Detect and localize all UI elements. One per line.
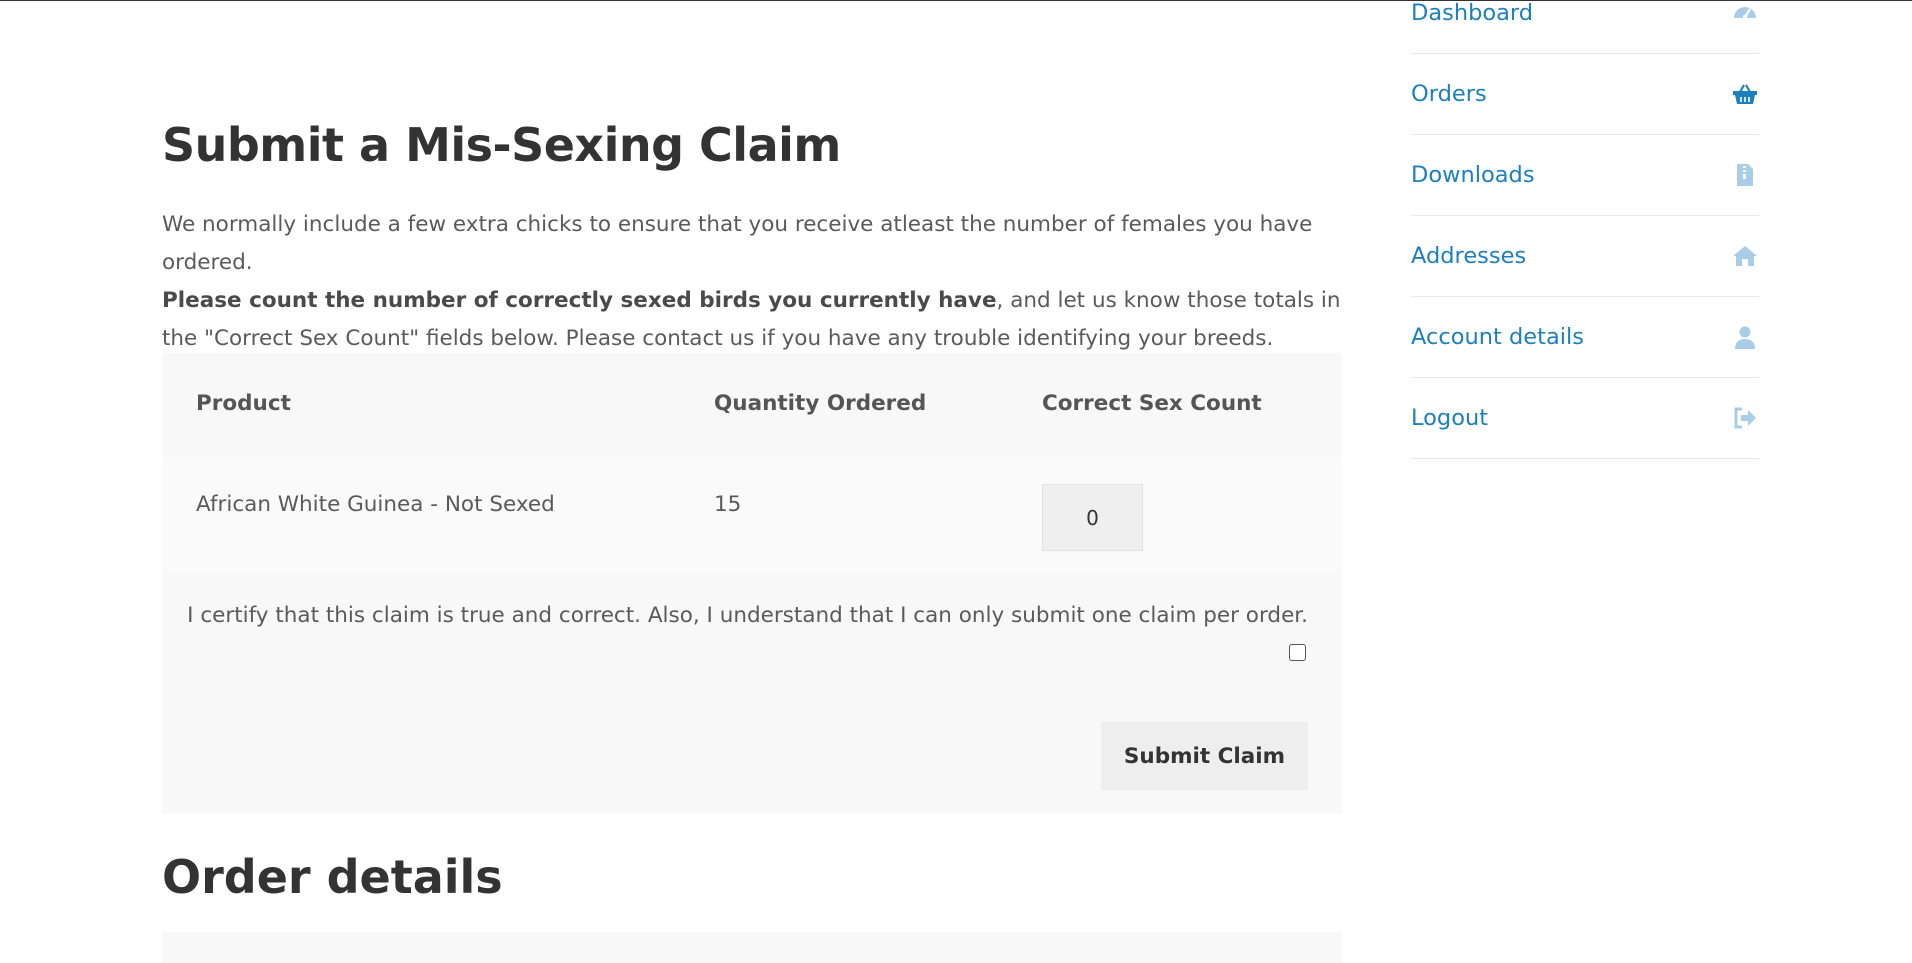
- sidebar-item-orders[interactable]: Orders: [1411, 54, 1759, 135]
- column-header-quantity: Quantity Ordered: [714, 391, 927, 416]
- sidebar-item-addresses[interactable]: Addresses: [1411, 216, 1759, 297]
- sidebar-item-logout[interactable]: Logout: [1411, 378, 1759, 459]
- certify-label: I certify that this claim is true and co…: [187, 603, 1308, 628]
- sidebar-item-label: Dashboard: [1411, 0, 1534, 26]
- sidebar-item-account-details[interactable]: Account details: [1411, 297, 1759, 378]
- column-header-correct-count: Correct Sex Count: [1042, 391, 1262, 416]
- row-quantity: 15: [714, 492, 742, 517]
- intro-line-1: We normally include a few extra chicks t…: [162, 212, 1313, 275]
- claim-form: Product Quantity Ordered Correct Sex Cou…: [162, 353, 1342, 814]
- table-row: African White Guinea - Not Sexed 15: [162, 458, 1342, 573]
- claim-title: Submit a Mis-Sexing Claim: [162, 118, 841, 172]
- certify-checkbox[interactable]: [1289, 644, 1306, 661]
- order-details-table: [162, 932, 1342, 963]
- sidebar-item-label: Logout: [1411, 405, 1489, 431]
- sidebar-item-label: Downloads: [1411, 162, 1535, 188]
- file-archive-icon: [1731, 161, 1759, 189]
- correct-sex-count-input[interactable]: [1042, 484, 1143, 551]
- claim-intro: We normally include a few extra chicks t…: [162, 206, 1352, 358]
- order-details-title: Order details: [162, 850, 503, 904]
- home-icon: [1731, 242, 1759, 270]
- row-product: African White Guinea - Not Sexed: [196, 492, 555, 517]
- sidebar-item-downloads[interactable]: Downloads: [1411, 135, 1759, 216]
- sidebar-item-dashboard[interactable]: Dashboard: [1411, 0, 1759, 54]
- user-icon: [1731, 323, 1759, 351]
- sidebar-item-label: Orders: [1411, 81, 1487, 107]
- basket-icon: [1731, 80, 1759, 108]
- claim-table-header: Product Quantity Ordered Correct Sex Cou…: [162, 353, 1342, 458]
- sign-out-icon: [1731, 404, 1759, 432]
- dashboard-gauge-icon: [1731, 0, 1759, 27]
- sidebar-item-label: Addresses: [1411, 243, 1527, 269]
- column-header-product: Product: [196, 391, 291, 416]
- sidebar-item-label: Account details: [1411, 324, 1584, 350]
- intro-bold: Please count the number of correctly sex…: [162, 288, 997, 313]
- submit-claim-button[interactable]: Submit Claim: [1101, 722, 1308, 790]
